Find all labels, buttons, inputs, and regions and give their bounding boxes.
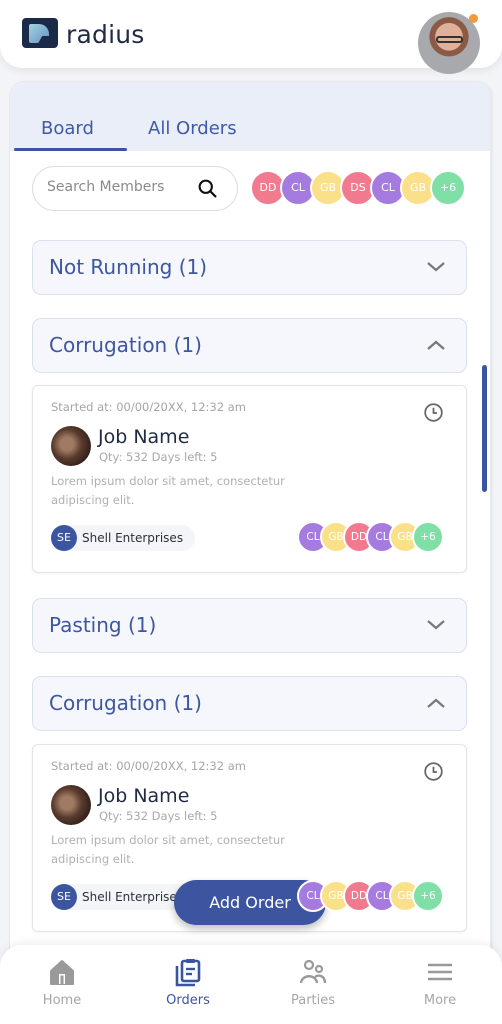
chevron-up-icon[interactable] <box>426 696 446 710</box>
job-description: Lorem ipsum dolor sit amet, consectetur … <box>51 833 285 866</box>
tab-bar: Board All Orders <box>10 82 490 151</box>
more-members-chip[interactable]: +6 <box>412 521 444 553</box>
party-name: Shell Enterprises <box>82 531 184 545</box>
tab-board[interactable]: Board <box>41 118 94 139</box>
job-thumbnail <box>51 785 91 825</box>
party-name: Shell Enterprises <box>82 890 184 904</box>
job-description: Lorem ipsum dolor sit amet, consectetur … <box>51 474 285 507</box>
nav-label: Home <box>42 993 82 1008</box>
nav-more[interactable]: More <box>390 957 490 1017</box>
section-label: Corrugation (1) <box>49 691 202 715</box>
chevron-down-icon[interactable] <box>426 618 446 632</box>
started-at: Started at: 00/00/20XX, 12:32 am <box>51 400 246 414</box>
app-name: radius <box>66 20 145 49</box>
home-icon <box>50 960 74 985</box>
glasses-icon <box>436 36 463 43</box>
nav-label: Orders <box>166 993 210 1008</box>
order-card[interactable]: Started at: 00/00/20XX, 12:32 am Job Nam… <box>32 385 467 573</box>
nav-label: Parties <box>290 993 336 1008</box>
user-avatar[interactable] <box>418 12 480 74</box>
nav-label: More <box>423 993 457 1008</box>
party-avatar: SE <box>51 525 77 551</box>
nav-parties[interactable]: Parties <box>263 957 363 1017</box>
search-input[interactable] <box>47 179 187 195</box>
chevron-up-icon[interactable] <box>426 338 446 352</box>
job-meta: Qty: 532 Days left: 5 <box>99 450 218 464</box>
party-badge[interactable]: SE Shell Enterprises <box>51 525 196 551</box>
section-corrugation[interactable]: Corrugation (1) <box>32 318 467 373</box>
started-at: Started at: 00/00/20XX, 12:32 am <box>51 759 246 773</box>
bottom-navigation: Home Orders Parties More <box>0 945 502 1024</box>
section-label: Pasting (1) <box>49 613 157 637</box>
more-members-chip[interactable]: +6 <box>430 170 466 206</box>
active-tab-indicator <box>14 148 127 151</box>
top-bar: radius <box>0 0 502 74</box>
nav-home[interactable]: Home <box>12 957 112 1017</box>
more-members-chip[interactable]: +6 <box>412 880 444 912</box>
section-label: Not Running (1) <box>49 255 208 279</box>
job-name: Job Name <box>98 785 190 807</box>
job-meta: Qty: 532 Days left: 5 <box>99 809 218 823</box>
section-label: Corrugation (1) <box>49 333 202 357</box>
radius-logo-icon <box>22 18 58 48</box>
section-not-running[interactable]: Not Running (1) <box>32 240 467 295</box>
tab-all-orders[interactable]: All Orders <box>148 118 237 139</box>
clock-icon[interactable] <box>423 761 444 782</box>
clock-icon[interactable] <box>423 402 444 423</box>
main-panel: Board All Orders DDCLGBDSCLGB+6 Not Runn… <box>10 82 490 982</box>
notification-dot <box>469 14 478 23</box>
party-avatar: SE <box>51 884 77 910</box>
scrollbar-thumb[interactable] <box>482 365 487 492</box>
orders-icon <box>175 959 201 987</box>
nav-orders[interactable]: Orders <box>138 957 238 1017</box>
job-name: Job Name <box>98 426 190 448</box>
menu-icon <box>428 963 452 981</box>
chevron-down-icon[interactable] <box>426 260 446 274</box>
search-members-field[interactable] <box>32 166 238 211</box>
search-icon[interactable] <box>197 178 218 199</box>
section-pasting[interactable]: Pasting (1) <box>32 598 467 653</box>
section-corrugation-2[interactable]: Corrugation (1) <box>32 676 467 731</box>
job-thumbnail <box>51 426 91 466</box>
parties-icon <box>299 959 327 984</box>
